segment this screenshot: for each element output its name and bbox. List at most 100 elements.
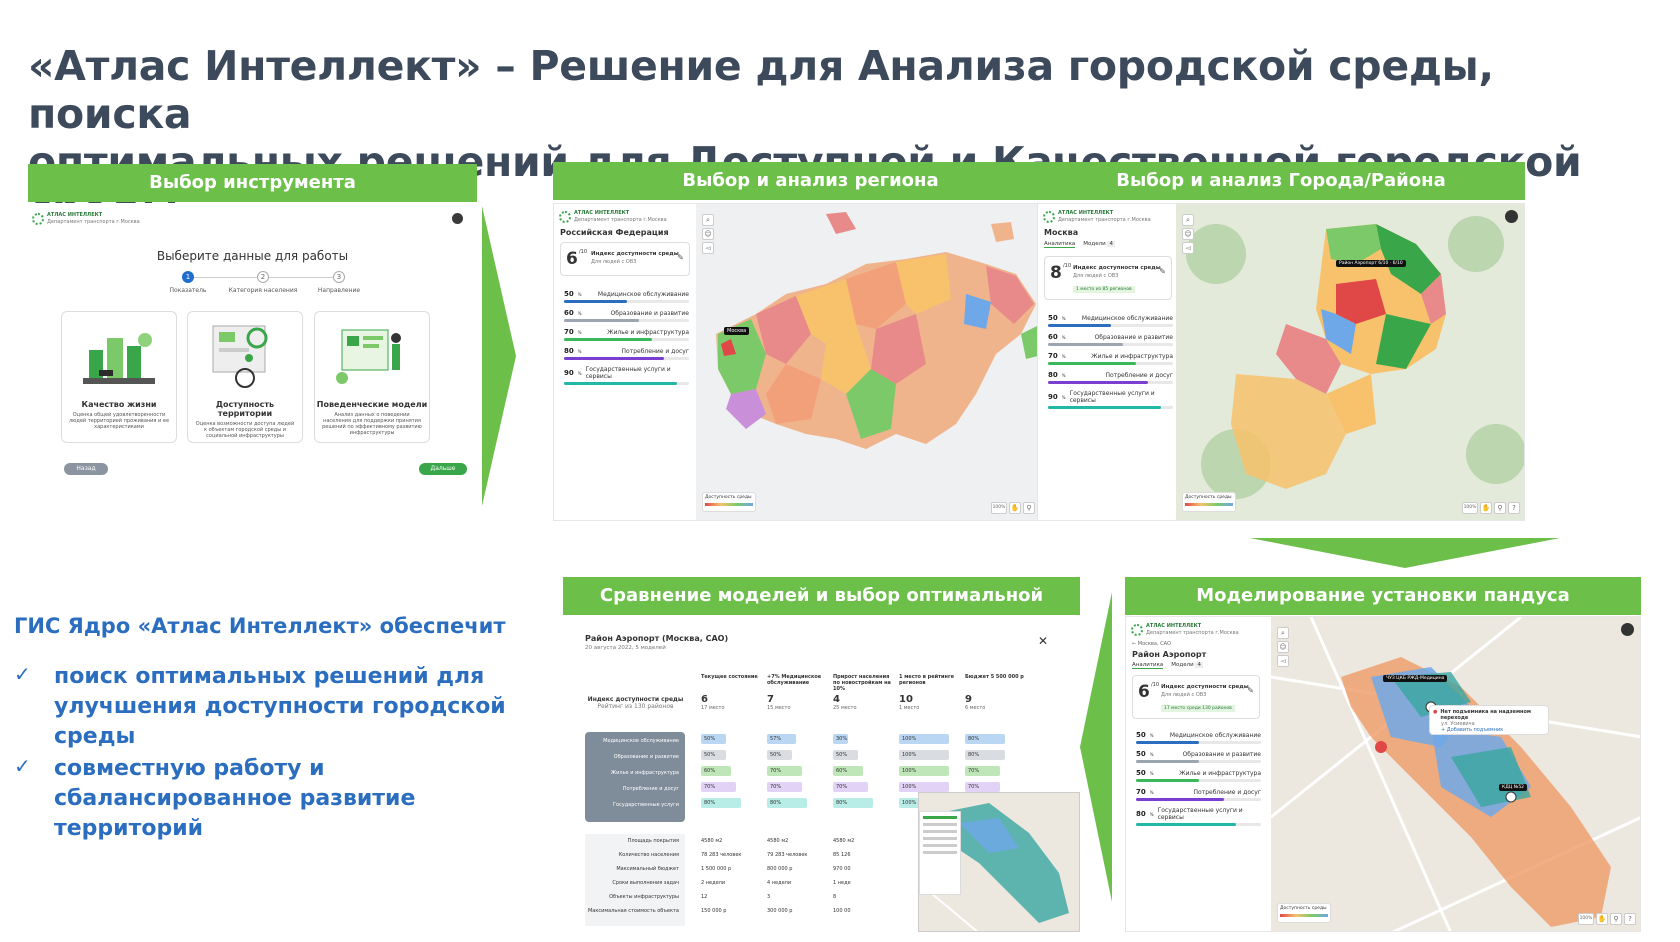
metric-bar-track bbox=[1048, 381, 1173, 384]
metric-label: Образование и развитие bbox=[610, 309, 689, 317]
hand-icon[interactable]: ✋ bbox=[1009, 502, 1021, 514]
card-quality-of-life[interactable]: Качество жизни Оценка общей удовлетворен… bbox=[61, 311, 177, 443]
metric-percent: 70 bbox=[564, 328, 574, 336]
users-icon[interactable]: ☺ bbox=[702, 228, 714, 240]
search-icon[interactable]: ⌕ bbox=[1277, 627, 1289, 639]
category-value-chip: 50% bbox=[767, 750, 792, 760]
step-2[interactable]: 2 bbox=[257, 271, 269, 283]
moscow-map[interactable]: Район Аэропорт 6/10 · 6/10 ⌕ ☺ ◅ Доступн… bbox=[1176, 204, 1524, 520]
help-icon[interactable]: ? bbox=[1624, 913, 1636, 925]
metric-row[interactable]: 50% Медицинское обслуживание bbox=[1048, 314, 1173, 327]
pin-icon[interactable]: ⚲ bbox=[1023, 502, 1035, 514]
metric-row[interactable]: 70% Жилье и инфраструктура bbox=[564, 328, 689, 341]
models-count-badge: 4 bbox=[1195, 662, 1203, 668]
metric-row[interactable]: 60% Образование и развитие bbox=[1048, 333, 1173, 346]
logo: АТЛАС ИНТЕЛЛЕКТ Департамент транспорта г.… bbox=[32, 212, 140, 226]
back-button[interactable]: Назад bbox=[64, 463, 108, 475]
legend-title: Доступность среды bbox=[1280, 906, 1327, 911]
index-value: 8 bbox=[1050, 263, 1062, 283]
metric-row[interactable]: 70% Потребление и досуг bbox=[1136, 788, 1261, 801]
edit-icon[interactable]: ✎ bbox=[1247, 686, 1254, 695]
breadcrumb[interactable]: ← Москва, САО bbox=[1132, 641, 1171, 647]
tab-analytics[interactable]: Аналитика bbox=[1044, 241, 1076, 248]
metric-bar-fill bbox=[1048, 362, 1136, 365]
edit-icon[interactable]: ✎ bbox=[677, 253, 684, 262]
tab-models-label: Модели bbox=[1171, 662, 1194, 668]
percent-sign: % bbox=[577, 291, 582, 297]
metric-row[interactable]: 50% Медицинское обслуживание bbox=[1136, 731, 1261, 744]
search-icon[interactable]: ⌕ bbox=[1182, 214, 1194, 226]
users-icon[interactable]: ☺ bbox=[1277, 641, 1289, 653]
index-card[interactable]: 6 /10 Индекс доступности среды Для людей… bbox=[1132, 675, 1260, 719]
compare-column-header[interactable]: 1 место в рейтинге регионов bbox=[899, 674, 961, 686]
card-behavior-models[interactable]: Поведенческие модели Анализ данных о пов… bbox=[314, 311, 430, 443]
avatar[interactable] bbox=[1621, 623, 1634, 636]
hand-icon[interactable]: ✋ bbox=[1596, 913, 1608, 925]
metric-row[interactable]: 90% Государственные услуги и сервисы bbox=[564, 366, 689, 385]
index-card[interactable]: 8 /10 Индекс доступности среды Для людей… bbox=[1044, 256, 1172, 300]
avatar[interactable] bbox=[452, 213, 463, 224]
users-icon[interactable]: ☺ bbox=[1182, 228, 1194, 240]
edit-icon[interactable]: ✎ bbox=[1159, 267, 1166, 276]
logo-icon bbox=[32, 213, 44, 225]
legend-title: Доступность среды bbox=[705, 495, 752, 500]
index-card[interactable]: 6 /10 Индекс доступности среды Для людей… bbox=[560, 242, 690, 276]
metric-label: Потребление и досуг bbox=[621, 347, 689, 355]
card-territory-access[interactable]: Доступность территории Оценка возможност… bbox=[187, 311, 303, 443]
step-3[interactable]: 3 bbox=[333, 271, 345, 283]
metric-row[interactable]: 60% Образование и развитие bbox=[564, 309, 689, 322]
param-value: 12 bbox=[701, 894, 708, 900]
metric-bar-fill bbox=[564, 338, 652, 341]
russia-map[interactable]: Москва ⌕ ☺ ◅ Доступность среды 100% ✋ ⚲ … bbox=[696, 204, 1067, 520]
add-lift-link[interactable]: + Добавить подъемник bbox=[1441, 727, 1545, 733]
compare-map-inset[interactable] bbox=[918, 792, 1080, 932]
search-icon[interactable]: ⌕ bbox=[702, 214, 714, 226]
metric-bar-track bbox=[1136, 779, 1261, 782]
gis-item-1: ✓ поиск оптимальных решений для улучшени… bbox=[14, 662, 534, 752]
list-line bbox=[923, 851, 957, 854]
district-map[interactable]: ЧУЗ ЦКБ РЖД-Медицина КДЦ №52 ● Нет подъем… bbox=[1271, 617, 1640, 931]
compare-column-header[interactable]: Бюджет 5 500 000 р bbox=[965, 674, 1027, 680]
pin-icon[interactable]: ⚲ bbox=[1610, 913, 1622, 925]
megaphone-icon[interactable]: ◅ bbox=[1182, 242, 1194, 254]
legend: Доступность среды bbox=[1182, 492, 1236, 512]
city-screen: АТЛАС ИНТЕЛЛЕКТ Департамент транспорта г.… bbox=[1037, 203, 1525, 521]
metric-row[interactable]: 80% Потребление и досуг bbox=[1048, 371, 1173, 384]
index-label: Индекс доступности среды bbox=[1161, 684, 1249, 690]
metric-row[interactable]: 50% Медицинское обслуживание bbox=[564, 290, 689, 303]
compare-column-header[interactable]: Прирост населения по новостройкам на 10% bbox=[833, 674, 895, 692]
zoom-level[interactable]: 100% bbox=[1578, 913, 1594, 925]
legend-gradient bbox=[1185, 503, 1233, 506]
metric-row[interactable]: 70% Жилье и инфраструктура bbox=[1048, 352, 1173, 365]
megaphone-icon[interactable]: ◅ bbox=[702, 242, 714, 254]
compare-column-header[interactable]: Текущее состояние bbox=[701, 674, 763, 680]
index-cell: 10 1 место bbox=[899, 694, 961, 711]
metric-row[interactable]: 80% Потребление и досуг bbox=[564, 347, 689, 360]
metric-percent: 50 bbox=[564, 290, 574, 298]
pin-icon[interactable]: ⚲ bbox=[1494, 502, 1506, 514]
tab-analytics[interactable]: Аналитика bbox=[1132, 662, 1164, 669]
step-1[interactable]: 1 bbox=[182, 271, 194, 283]
ramp-metrics: 50% Медицинское обслуживание 50% Образовани… bbox=[1136, 725, 1261, 832]
help-icon[interactable]: ? bbox=[1508, 502, 1520, 514]
metric-row[interactable]: 80% Государственные услуги и сервисы bbox=[1136, 807, 1261, 826]
metric-row[interactable]: 50% Образование и развитие bbox=[1136, 750, 1261, 763]
next-button[interactable]: Дальше bbox=[419, 463, 467, 475]
zoom-level[interactable]: 100% bbox=[991, 502, 1007, 514]
logo-sub: Департамент транспорта г.Москва bbox=[47, 219, 140, 225]
zoom-level[interactable]: 100% bbox=[1462, 502, 1478, 514]
category-value-chip: 100% bbox=[899, 766, 949, 776]
index-row-sub: Рейтинг из 130 районов bbox=[597, 703, 674, 710]
megaphone-icon[interactable]: ◅ bbox=[1277, 655, 1289, 667]
avatar[interactable] bbox=[1505, 210, 1518, 223]
legend-gradient bbox=[705, 503, 753, 506]
metric-bar-track bbox=[1136, 798, 1261, 801]
compare-column-header[interactable]: +7% Медицинское обслуживание bbox=[767, 674, 829, 686]
tab-models[interactable]: Модели 4 bbox=[1171, 662, 1203, 669]
hand-icon[interactable]: ✋ bbox=[1480, 502, 1492, 514]
moscow-tooltip: Москва bbox=[724, 327, 750, 335]
tab-models[interactable]: Модели 4 bbox=[1083, 241, 1115, 248]
metric-row[interactable]: 90% Государственные услуги и сервисы bbox=[1048, 390, 1173, 409]
close-icon[interactable]: ✕ bbox=[1038, 634, 1048, 648]
metric-row[interactable]: 50% Жилье и инфраструктура bbox=[1136, 769, 1261, 782]
